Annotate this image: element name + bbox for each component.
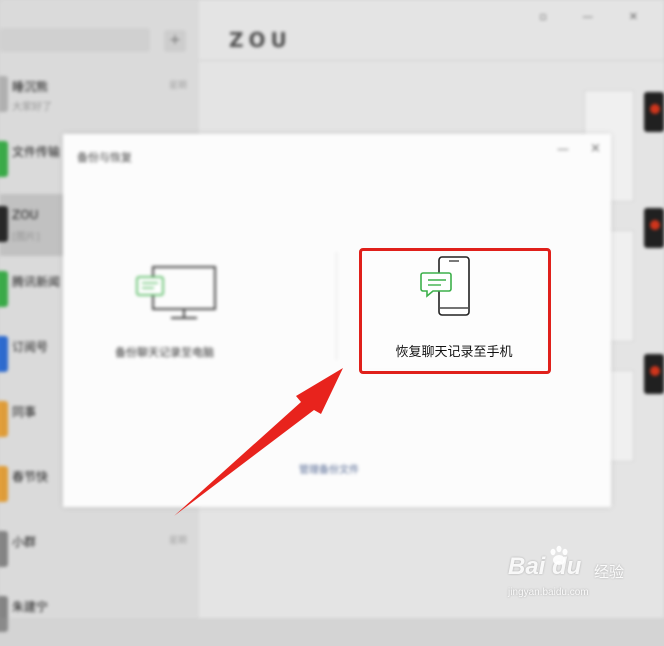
annotation-arrow bbox=[174, 368, 343, 516]
paw-icon bbox=[550, 545, 568, 565]
baidu-watermark: Bai du 经验 jingyan.baidu.com bbox=[508, 545, 658, 607]
watermark-cn: 经验 bbox=[594, 563, 625, 581]
watermark-url: jingyan.baidu.com bbox=[508, 587, 589, 598]
watermark-brand: Bai du bbox=[508, 553, 582, 580]
arrow-shape bbox=[174, 368, 343, 516]
